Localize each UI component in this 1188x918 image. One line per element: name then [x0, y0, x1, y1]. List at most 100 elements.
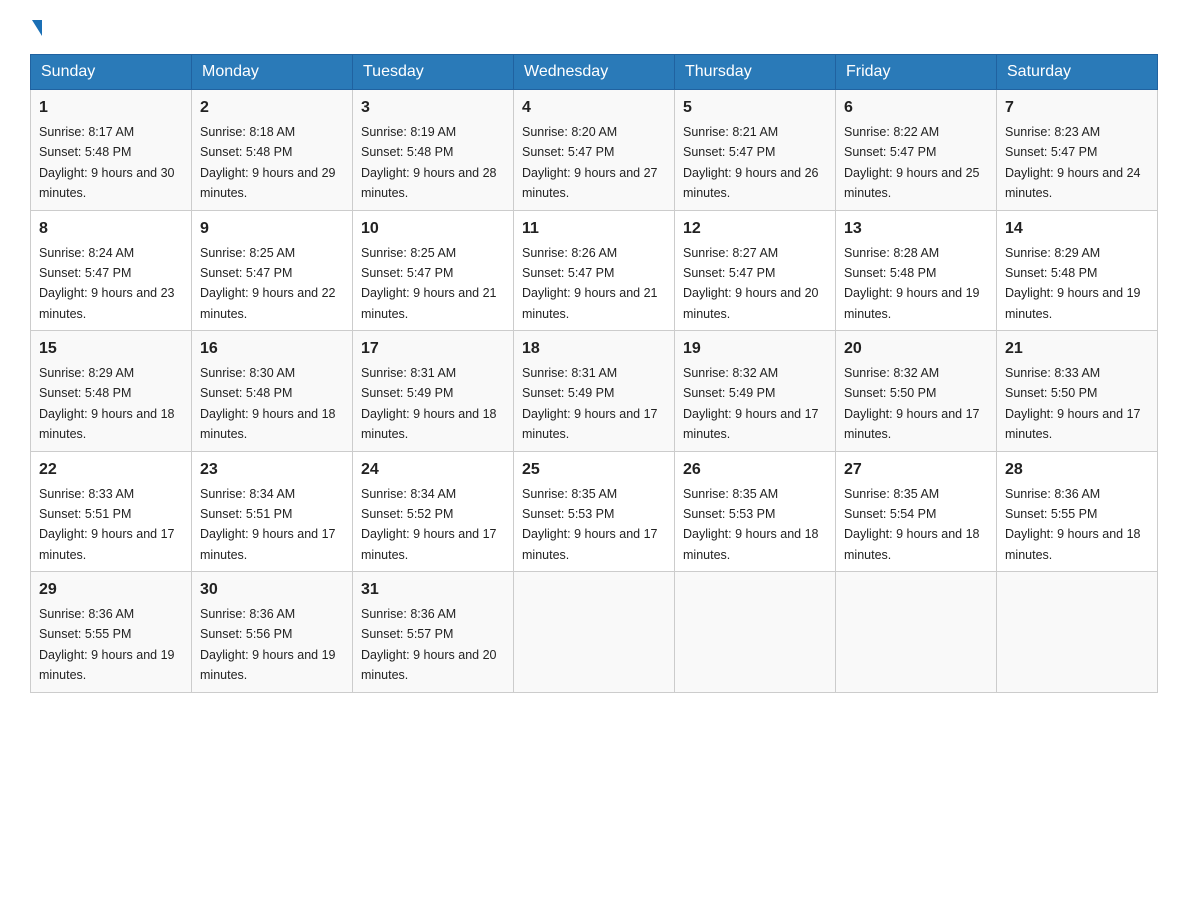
- calendar-cell: 28 Sunrise: 8:36 AMSunset: 5:55 PMDaylig…: [997, 451, 1158, 572]
- day-number: 31: [361, 578, 505, 602]
- day-info: Sunrise: 8:20 AMSunset: 5:47 PMDaylight:…: [522, 125, 658, 200]
- day-info: Sunrise: 8:33 AMSunset: 5:50 PMDaylight:…: [1005, 366, 1141, 441]
- day-number: 8: [39, 217, 183, 241]
- calendar-cell: 18 Sunrise: 8:31 AMSunset: 5:49 PMDaylig…: [514, 331, 675, 452]
- day-info: Sunrise: 8:35 AMSunset: 5:53 PMDaylight:…: [522, 487, 658, 562]
- day-number: 11: [522, 217, 666, 241]
- day-number: 4: [522, 96, 666, 120]
- calendar-cell: 25 Sunrise: 8:35 AMSunset: 5:53 PMDaylig…: [514, 451, 675, 572]
- day-info: Sunrise: 8:36 AMSunset: 5:57 PMDaylight:…: [361, 607, 497, 682]
- day-info: Sunrise: 8:31 AMSunset: 5:49 PMDaylight:…: [522, 366, 658, 441]
- day-info: Sunrise: 8:35 AMSunset: 5:54 PMDaylight:…: [844, 487, 980, 562]
- day-info: Sunrise: 8:22 AMSunset: 5:47 PMDaylight:…: [844, 125, 980, 200]
- calendar-cell: 8 Sunrise: 8:24 AMSunset: 5:47 PMDayligh…: [31, 210, 192, 331]
- day-info: Sunrise: 8:33 AMSunset: 5:51 PMDaylight:…: [39, 487, 175, 562]
- weekday-header-sunday: Sunday: [31, 55, 192, 90]
- day-number: 7: [1005, 96, 1149, 120]
- day-number: 24: [361, 458, 505, 482]
- day-info: Sunrise: 8:21 AMSunset: 5:47 PMDaylight:…: [683, 125, 819, 200]
- day-info: Sunrise: 8:32 AMSunset: 5:50 PMDaylight:…: [844, 366, 980, 441]
- day-number: 10: [361, 217, 505, 241]
- calendar-cell: [997, 572, 1158, 693]
- calendar-week-row: 22 Sunrise: 8:33 AMSunset: 5:51 PMDaylig…: [31, 451, 1158, 572]
- day-info: Sunrise: 8:34 AMSunset: 5:51 PMDaylight:…: [200, 487, 336, 562]
- calendar-cell: [514, 572, 675, 693]
- calendar-week-row: 1 Sunrise: 8:17 AMSunset: 5:48 PMDayligh…: [31, 90, 1158, 211]
- calendar-cell: 16 Sunrise: 8:30 AMSunset: 5:48 PMDaylig…: [192, 331, 353, 452]
- day-number: 20: [844, 337, 988, 361]
- day-info: Sunrise: 8:27 AMSunset: 5:47 PMDaylight:…: [683, 246, 819, 321]
- weekday-header-tuesday: Tuesday: [353, 55, 514, 90]
- calendar-cell: 20 Sunrise: 8:32 AMSunset: 5:50 PMDaylig…: [836, 331, 997, 452]
- calendar-cell: 6 Sunrise: 8:22 AMSunset: 5:47 PMDayligh…: [836, 90, 997, 211]
- calendar-cell: 5 Sunrise: 8:21 AMSunset: 5:47 PMDayligh…: [675, 90, 836, 211]
- logo-triangle-icon: [32, 20, 42, 36]
- day-info: Sunrise: 8:26 AMSunset: 5:47 PMDaylight:…: [522, 246, 658, 321]
- calendar-cell: [675, 572, 836, 693]
- calendar-cell: 14 Sunrise: 8:29 AMSunset: 5:48 PMDaylig…: [997, 210, 1158, 331]
- day-info: Sunrise: 8:17 AMSunset: 5:48 PMDaylight:…: [39, 125, 175, 200]
- calendar-cell: 2 Sunrise: 8:18 AMSunset: 5:48 PMDayligh…: [192, 90, 353, 211]
- day-info: Sunrise: 8:29 AMSunset: 5:48 PMDaylight:…: [39, 366, 175, 441]
- day-info: Sunrise: 8:25 AMSunset: 5:47 PMDaylight:…: [361, 246, 497, 321]
- day-number: 13: [844, 217, 988, 241]
- calendar-cell: 29 Sunrise: 8:36 AMSunset: 5:55 PMDaylig…: [31, 572, 192, 693]
- calendar-week-row: 15 Sunrise: 8:29 AMSunset: 5:48 PMDaylig…: [31, 331, 1158, 452]
- calendar-cell: 3 Sunrise: 8:19 AMSunset: 5:48 PMDayligh…: [353, 90, 514, 211]
- day-number: 15: [39, 337, 183, 361]
- weekday-header-thursday: Thursday: [675, 55, 836, 90]
- weekday-header-friday: Friday: [836, 55, 997, 90]
- day-info: Sunrise: 8:34 AMSunset: 5:52 PMDaylight:…: [361, 487, 497, 562]
- calendar-cell: 22 Sunrise: 8:33 AMSunset: 5:51 PMDaylig…: [31, 451, 192, 572]
- calendar-cell: 1 Sunrise: 8:17 AMSunset: 5:48 PMDayligh…: [31, 90, 192, 211]
- day-info: Sunrise: 8:24 AMSunset: 5:47 PMDaylight:…: [39, 246, 175, 321]
- day-number: 25: [522, 458, 666, 482]
- day-number: 9: [200, 217, 344, 241]
- calendar-cell: 17 Sunrise: 8:31 AMSunset: 5:49 PMDaylig…: [353, 331, 514, 452]
- calendar-cell: 9 Sunrise: 8:25 AMSunset: 5:47 PMDayligh…: [192, 210, 353, 331]
- day-number: 6: [844, 96, 988, 120]
- day-info: Sunrise: 8:36 AMSunset: 5:55 PMDaylight:…: [1005, 487, 1141, 562]
- day-info: Sunrise: 8:30 AMSunset: 5:48 PMDaylight:…: [200, 366, 336, 441]
- page-header: [30, 20, 1158, 36]
- calendar-cell: 15 Sunrise: 8:29 AMSunset: 5:48 PMDaylig…: [31, 331, 192, 452]
- day-number: 5: [683, 96, 827, 120]
- weekday-header-saturday: Saturday: [997, 55, 1158, 90]
- calendar-cell: [836, 572, 997, 693]
- calendar-table: SundayMondayTuesdayWednesdayThursdayFrid…: [30, 54, 1158, 693]
- day-number: 23: [200, 458, 344, 482]
- day-info: Sunrise: 8:31 AMSunset: 5:49 PMDaylight:…: [361, 366, 497, 441]
- day-number: 1: [39, 96, 183, 120]
- calendar-cell: 26 Sunrise: 8:35 AMSunset: 5:53 PMDaylig…: [675, 451, 836, 572]
- day-number: 17: [361, 337, 505, 361]
- day-info: Sunrise: 8:36 AMSunset: 5:56 PMDaylight:…: [200, 607, 336, 682]
- weekday-header-wednesday: Wednesday: [514, 55, 675, 90]
- day-info: Sunrise: 8:32 AMSunset: 5:49 PMDaylight:…: [683, 366, 819, 441]
- calendar-cell: 7 Sunrise: 8:23 AMSunset: 5:47 PMDayligh…: [997, 90, 1158, 211]
- calendar-cell: 10 Sunrise: 8:25 AMSunset: 5:47 PMDaylig…: [353, 210, 514, 331]
- calendar-week-row: 8 Sunrise: 8:24 AMSunset: 5:47 PMDayligh…: [31, 210, 1158, 331]
- weekday-header-monday: Monday: [192, 55, 353, 90]
- day-info: Sunrise: 8:35 AMSunset: 5:53 PMDaylight:…: [683, 487, 819, 562]
- day-number: 19: [683, 337, 827, 361]
- calendar-cell: 13 Sunrise: 8:28 AMSunset: 5:48 PMDaylig…: [836, 210, 997, 331]
- day-info: Sunrise: 8:25 AMSunset: 5:47 PMDaylight:…: [200, 246, 336, 321]
- calendar-cell: 21 Sunrise: 8:33 AMSunset: 5:50 PMDaylig…: [997, 331, 1158, 452]
- day-number: 29: [39, 578, 183, 602]
- day-number: 30: [200, 578, 344, 602]
- calendar-cell: 19 Sunrise: 8:32 AMSunset: 5:49 PMDaylig…: [675, 331, 836, 452]
- day-info: Sunrise: 8:23 AMSunset: 5:47 PMDaylight:…: [1005, 125, 1141, 200]
- day-number: 27: [844, 458, 988, 482]
- day-number: 28: [1005, 458, 1149, 482]
- calendar-cell: 31 Sunrise: 8:36 AMSunset: 5:57 PMDaylig…: [353, 572, 514, 693]
- calendar-cell: 23 Sunrise: 8:34 AMSunset: 5:51 PMDaylig…: [192, 451, 353, 572]
- calendar-cell: 12 Sunrise: 8:27 AMSunset: 5:47 PMDaylig…: [675, 210, 836, 331]
- day-info: Sunrise: 8:29 AMSunset: 5:48 PMDaylight:…: [1005, 246, 1141, 321]
- day-number: 14: [1005, 217, 1149, 241]
- day-info: Sunrise: 8:18 AMSunset: 5:48 PMDaylight:…: [200, 125, 336, 200]
- day-number: 18: [522, 337, 666, 361]
- day-info: Sunrise: 8:28 AMSunset: 5:48 PMDaylight:…: [844, 246, 980, 321]
- calendar-header-row: SundayMondayTuesdayWednesdayThursdayFrid…: [31, 55, 1158, 90]
- day-number: 2: [200, 96, 344, 120]
- calendar-week-row: 29 Sunrise: 8:36 AMSunset: 5:55 PMDaylig…: [31, 572, 1158, 693]
